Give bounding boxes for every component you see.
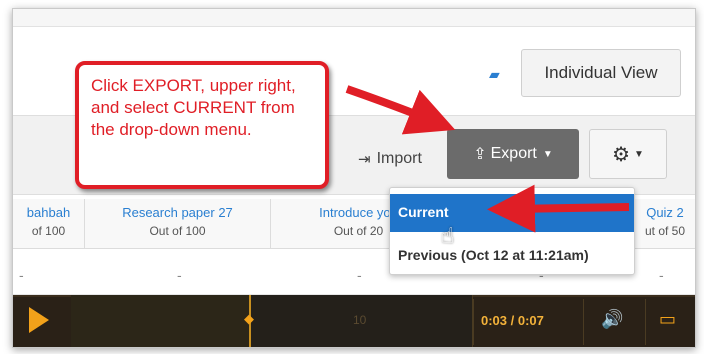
instruction-callout: Click EXPORT, upper right, and select CU…	[75, 61, 329, 189]
timeline-label: 10	[353, 313, 367, 327]
callout-text: Click EXPORT, upper right, and select CU…	[91, 76, 296, 139]
screen-icon[interactable]: ▭	[659, 309, 676, 330]
volume-icon[interactable]: 🔊	[601, 309, 623, 330]
divider	[645, 299, 646, 345]
divider	[473, 299, 474, 345]
scrub-marker-icon[interactable]: ◆	[241, 311, 257, 327]
time-readout: 0:03 / 0:07	[481, 313, 544, 328]
divider	[583, 299, 584, 345]
play-icon[interactable]	[29, 307, 49, 333]
arrow-to-current	[487, 184, 630, 233]
screenshot-frame: ▰ Individual View ⇥ Import ⇪ Export ▼ ⚙ …	[12, 8, 696, 348]
timeline-played	[71, 295, 249, 347]
arrow-to-export	[345, 85, 456, 135]
